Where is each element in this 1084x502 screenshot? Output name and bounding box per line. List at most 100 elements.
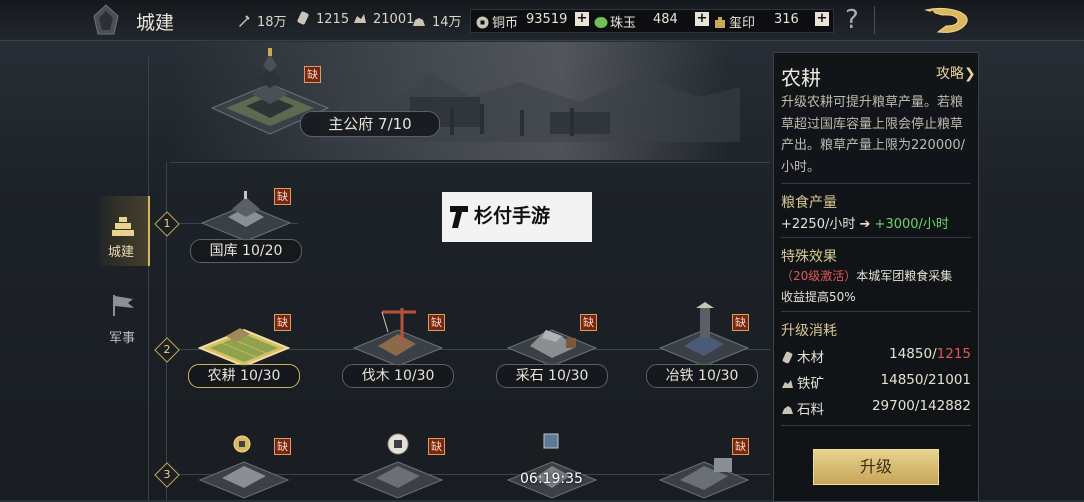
add-seal-button[interactable]: + bbox=[815, 12, 829, 26]
resource-iron-value: 21001 bbox=[373, 12, 415, 27]
currency-jade-value: 484 bbox=[653, 12, 678, 27]
nav-item-military-label[interactable]: 军事 bbox=[109, 327, 135, 346]
cost-wood-amount: 14850/1215 bbox=[889, 346, 971, 362]
upgrade-timer: 06:19:35 bbox=[520, 471, 583, 487]
resource-troops-value: 18万 bbox=[257, 15, 287, 30]
special-effect-title: 特殊效果 bbox=[781, 249, 837, 265]
resource-wood: 1215 bbox=[296, 11, 349, 27]
panel-description: 升级农耕可提升粮草产量。若粮草超过国库容量上限会停止粮草产出。粮草产量上限为22… bbox=[781, 95, 966, 175]
cost-iron-required: 14850 bbox=[880, 372, 924, 388]
production-next: +3000/小时 bbox=[874, 217, 949, 232]
add-copper-button[interactable]: + bbox=[575, 12, 589, 26]
cost-stone-name: 石料 bbox=[797, 402, 824, 418]
panel-title: 农耕 bbox=[781, 66, 821, 90]
wood-icon bbox=[782, 351, 793, 364]
missing-resource-badge: 缺 bbox=[428, 314, 445, 331]
seal-icon bbox=[715, 17, 725, 28]
cost-row-stone: 石料 29700/142882 bbox=[781, 398, 971, 418]
main-building-label[interactable]: 主公府 7/10 bbox=[300, 111, 440, 137]
guide-link[interactable]: 攻略❯ bbox=[936, 63, 976, 83]
city-build-icon bbox=[112, 217, 134, 236]
missing-resource-badge: 缺 bbox=[304, 66, 321, 83]
panel-divider bbox=[781, 311, 971, 312]
resource-iron: 21001 bbox=[353, 11, 414, 27]
cost-stone-owned: 142882 bbox=[919, 398, 971, 414]
missing-resource-badge: 缺 bbox=[732, 438, 749, 455]
stone-icon bbox=[782, 406, 793, 414]
currency-seal-label: 玺印 bbox=[729, 16, 756, 31]
currency-copper-value: 93519 bbox=[526, 12, 568, 27]
building-lumber[interactable] bbox=[352, 302, 444, 368]
currency-copper-label: 铜币 bbox=[492, 16, 519, 31]
panel-divider bbox=[781, 425, 971, 426]
building-upgrading[interactable] bbox=[506, 430, 598, 500]
currency-jade-label: 珠玉 bbox=[610, 16, 637, 31]
nav-divider bbox=[148, 56, 149, 500]
panel-divider bbox=[781, 183, 971, 184]
cost-wood-name: 木材 bbox=[797, 350, 824, 366]
sword-troops-icon bbox=[239, 15, 250, 27]
building-lumber-label[interactable]: 伐木 10/30 bbox=[342, 364, 454, 388]
building-farming-label[interactable]: 农耕 10/30 bbox=[188, 364, 300, 388]
back-dragon-icon[interactable] bbox=[920, 4, 974, 36]
wood-icon bbox=[297, 11, 309, 25]
add-jade-button[interactable]: + bbox=[695, 12, 709, 26]
currency-jade: 珠玉 bbox=[594, 12, 636, 31]
building-smelting[interactable] bbox=[658, 300, 750, 368]
watermark-text: 杉付手游 bbox=[474, 205, 551, 227]
special-effect-text-2: 收益提高50% bbox=[781, 290, 856, 304]
stone-icon bbox=[413, 18, 425, 26]
building-treasury-label[interactable]: 国库 10/20 bbox=[190, 239, 302, 263]
cost-wood-owned: 1215 bbox=[936, 346, 971, 362]
cost-row-iron: 铁矿 14850/21001 bbox=[781, 372, 971, 392]
resource-stone: 14万 bbox=[412, 11, 462, 30]
iron-ore-icon bbox=[354, 14, 366, 23]
cost-iron-amount: 14850/21001 bbox=[881, 372, 971, 388]
upgrade-cost-title: 升级消耗 bbox=[781, 323, 837, 339]
production-title: 粮食产量 bbox=[781, 195, 837, 211]
cost-iron-name: 铁矿 bbox=[797, 376, 824, 392]
tier-1-marker: 1 bbox=[154, 211, 180, 237]
copper-coin-icon bbox=[476, 16, 489, 29]
cost-stone-required: 29700 bbox=[871, 398, 915, 414]
missing-resource-badge: 缺 bbox=[274, 314, 291, 331]
building-smelting-label[interactable]: 冶铁 10/30 bbox=[646, 364, 758, 388]
resource-stone-value: 14万 bbox=[432, 15, 462, 30]
cost-stone-amount: 29700/142882 bbox=[872, 398, 971, 414]
watermark-logo-icon bbox=[450, 206, 468, 228]
missing-resource-badge: 缺 bbox=[580, 314, 597, 331]
cost-wood-required: 14850 bbox=[889, 346, 933, 362]
currency-copper: 铜币 bbox=[476, 12, 518, 31]
building-quarry-label[interactable]: 采石 10/30 bbox=[496, 364, 608, 388]
help-button[interactable]: ? bbox=[845, 5, 859, 35]
missing-resource-badge: 缺 bbox=[274, 188, 291, 205]
tier-3-marker: 3 bbox=[154, 462, 180, 488]
resource-wood-value: 1215 bbox=[316, 12, 350, 27]
panel-divider bbox=[781, 237, 971, 238]
nav-item-city-build-label: 城建 bbox=[108, 245, 135, 260]
arrow-right-icon: ➔ bbox=[859, 217, 871, 232]
tree-line-top bbox=[170, 162, 770, 163]
production-values: +2250/小时 ➔ +3000/小时 bbox=[781, 213, 949, 232]
military-flag-icon[interactable] bbox=[108, 293, 136, 317]
tier-2-number: 2 bbox=[163, 343, 171, 356]
tier-2-marker: 2 bbox=[154, 337, 180, 363]
top-bar-divider bbox=[874, 6, 875, 34]
tier-1-number: 1 bbox=[163, 217, 171, 230]
special-effect-text-1: 本城军团粮食采集 bbox=[856, 269, 953, 283]
iron-ore-icon bbox=[782, 380, 793, 388]
currency-seal-value: 316 bbox=[774, 12, 799, 27]
page-title: 城建 bbox=[136, 12, 175, 34]
production-current: +2250/小时 bbox=[781, 217, 856, 232]
jade-icon bbox=[594, 17, 608, 28]
upgrade-button[interactable]: 升级 bbox=[813, 449, 939, 485]
special-effect-line-1: （20级激活）本城军团粮食采集 bbox=[781, 267, 952, 284]
cost-row-wood: 木材 14850/1215 bbox=[781, 346, 971, 366]
missing-resource-badge: 缺 bbox=[428, 438, 445, 455]
special-effect-activation: （20级激活） bbox=[781, 269, 857, 283]
city-emblem-icon bbox=[93, 4, 119, 35]
currency-seal: 玺印 bbox=[713, 12, 755, 31]
missing-resource-badge: 缺 bbox=[732, 314, 749, 331]
tier-3-number: 3 bbox=[163, 468, 171, 481]
cost-iron-owned: 21001 bbox=[928, 372, 971, 388]
